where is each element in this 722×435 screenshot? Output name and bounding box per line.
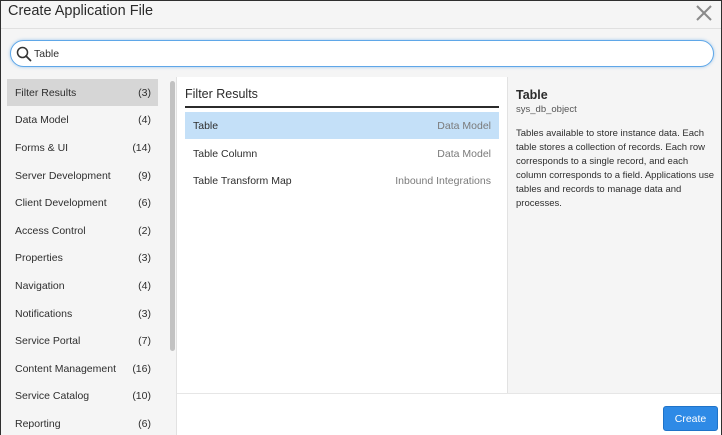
sidebar-item-properties[interactable]: Properties (3) [7, 244, 158, 271]
sidebar-item-label: Reporting [15, 418, 61, 430]
sidebar-item-reporting[interactable]: Reporting (6) [7, 410, 158, 435]
dialog-footer [177, 393, 507, 435]
sidebar-item-forms-ui[interactable]: Forms & UI (14) [7, 134, 158, 161]
sidebar-item-filter-results[interactable]: Filter Results (3) [7, 79, 158, 106]
search-bar [1, 29, 721, 77]
sidebar-scrollbar-thumb[interactable] [170, 81, 175, 351]
sidebar-item-count: (3) [138, 252, 151, 264]
result-name: Table Transform Map [193, 175, 292, 187]
sidebar-item-count: (14) [132, 142, 151, 154]
results-divider [185, 106, 499, 108]
sidebar-item-count: (2) [138, 225, 151, 237]
sidebar-item-data-model[interactable]: Data Model (4) [7, 106, 158, 133]
sidebar-item-content-management[interactable]: Content Management (16) [7, 355, 158, 382]
details-table-name: sys_db_object [516, 104, 577, 115]
sidebar-item-count: (4) [138, 114, 151, 126]
dialog-header: Create Application File [1, 1, 721, 29]
sidebar-item-count: (4) [138, 280, 151, 292]
create-application-file-dialog: Create Application File Filter Results (… [0, 0, 722, 435]
dialog-footer-actions: Create [507, 393, 721, 435]
sidebar-item-label: Data Model [15, 114, 69, 126]
sidebar-item-navigation[interactable]: Navigation (4) [7, 272, 158, 299]
details-description: Tables available to store instance data.… [516, 128, 715, 209]
sidebar-item-notifications[interactable]: Notifications (3) [7, 300, 158, 327]
sidebar-item-label: Forms & UI [15, 142, 69, 154]
search-box [10, 40, 714, 67]
sidebar-item-label: Service Catalog [15, 390, 90, 402]
details-title: Table [516, 88, 548, 102]
sidebar-item-label: Content Management [15, 363, 116, 375]
results-panel: Filter Results Table Data Model Table Co… [177, 77, 507, 393]
sidebar-item-count: (10) [132, 390, 151, 402]
sidebar-item-count: (3) [138, 308, 151, 320]
sidebar-item-label: Server Development [15, 170, 111, 182]
sidebar-item-count: (3) [138, 87, 151, 99]
result-row-table[interactable]: Table Data Model [185, 112, 499, 139]
result-type: Data Model [437, 148, 491, 160]
result-type: Inbound Integrations [395, 175, 491, 187]
sidebar-item-label: Service Portal [15, 335, 81, 347]
category-sidebar: Filter Results (3) Data Model (4) Forms … [1, 77, 177, 435]
sidebar-item-count: (16) [132, 363, 151, 375]
sidebar-item-label: Properties [15, 252, 63, 264]
sidebar-item-client-development[interactable]: Client Development (6) [7, 189, 158, 216]
result-name: Table [193, 120, 219, 132]
create-button[interactable]: Create [663, 406, 718, 431]
result-row-table-column[interactable]: Table Column Data Model [185, 140, 499, 167]
sidebar-item-count: (7) [138, 335, 151, 347]
sidebar-item-label: Navigation [15, 280, 65, 292]
sidebar-item-service-portal[interactable]: Service Portal (7) [7, 327, 158, 354]
sidebar-item-label: Filter Results [15, 87, 77, 99]
sidebar-item-service-catalog[interactable]: Service Catalog (10) [7, 382, 158, 409]
sidebar-item-label: Notifications [15, 308, 73, 320]
result-type: Data Model [437, 120, 491, 132]
search-icon [15, 45, 33, 63]
result-name: Table Column [193, 148, 258, 160]
details-panel: Table sys_db_object Tables available to … [507, 77, 721, 435]
sidebar-item-count: (6) [138, 197, 151, 209]
sidebar-item-label: Access Control [15, 225, 86, 237]
result-row-table-transform-map[interactable]: Table Transform Map Inbound Integrations [185, 167, 499, 194]
sidebar-item-access-control[interactable]: Access Control (2) [7, 217, 158, 244]
sidebar-item-label: Client Development [15, 197, 107, 209]
search-input[interactable] [34, 44, 694, 63]
dialog-title: Create Application File [8, 3, 154, 19]
close-icon[interactable] [693, 2, 715, 24]
results-title: Filter Results [185, 87, 258, 101]
sidebar-item-count: (6) [138, 418, 151, 430]
sidebar-item-server-development[interactable]: Server Development (9) [7, 162, 158, 189]
sidebar-item-count: (9) [138, 170, 151, 182]
